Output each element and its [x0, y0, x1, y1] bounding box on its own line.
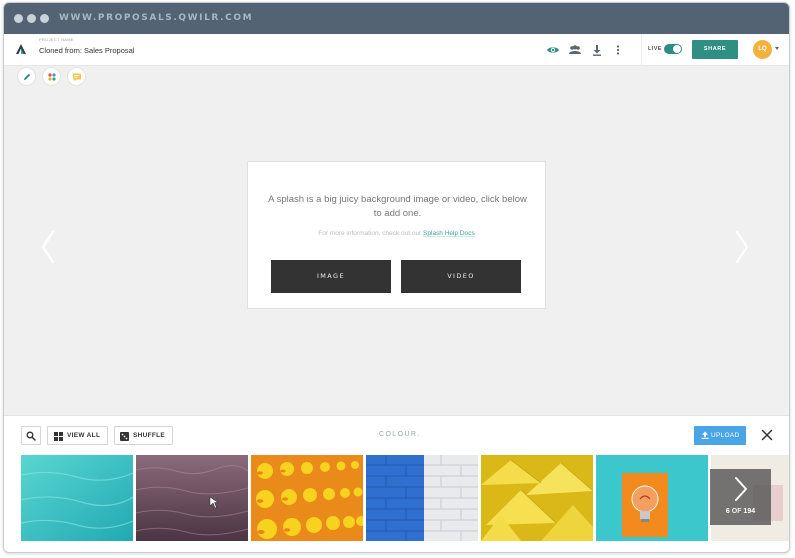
lightbulb-image: [596, 455, 708, 541]
editor-toolbar: PROJECT NAME Cloned from: Sales Proposal…: [4, 34, 789, 66]
browser-window: WWW.PROPOSALS.QWILR.COM PROJECT NAME Clo…: [3, 2, 790, 553]
dark-sea-image: [136, 455, 248, 541]
window-close-dot[interactable]: [14, 14, 23, 23]
avatar-caret-icon[interactable]: [775, 47, 779, 50]
comments-button[interactable]: [67, 67, 86, 86]
rubber-ducks-image: [251, 455, 363, 541]
brick-wall-image: [366, 455, 478, 541]
counter-current: 6: [725, 508, 730, 515]
splash-more-info: For more information, check out our Spla…: [248, 230, 545, 237]
palette-icon: [48, 73, 56, 81]
style-palette-button[interactable]: [42, 67, 61, 86]
shuffle-icon: [120, 432, 129, 441]
thumbnail-rubber-ducks[interactable]: [251, 455, 363, 541]
search-icon: [26, 431, 36, 441]
close-icon[interactable]: [761, 429, 773, 441]
grid-icon: [54, 432, 63, 441]
counter-total: 194: [743, 508, 756, 515]
live-label: LIVE: [648, 46, 662, 52]
browser-url: WWW.PROPOSALS.QWILR.COM: [59, 13, 254, 23]
next-arrow-icon[interactable]: [732, 229, 752, 265]
video-button[interactable]: VIDEO: [401, 260, 521, 293]
thumbnail-dark-sea[interactable]: [136, 455, 248, 541]
avatar[interactable]: LQ: [753, 40, 772, 59]
more-options-icon[interactable]: [611, 43, 625, 57]
upload-label: UPLOAD: [711, 432, 740, 439]
comment-icon: [73, 73, 81, 82]
view-all-button[interactable]: VIEW ALL: [47, 426, 108, 445]
browser-titlebar: WWW.PROPOSALS.QWILR.COM: [4, 3, 789, 34]
image-button[interactable]: IMAGE: [271, 260, 391, 293]
thumbnails-next-button[interactable]: 6 OF 194: [710, 469, 771, 525]
project-name-label: PROJECT NAME: [39, 37, 74, 42]
window-maximize-dot[interactable]: [40, 14, 49, 23]
chevron-right-icon: [735, 477, 747, 501]
aqua-water-image: [21, 455, 133, 541]
preview-eye-icon[interactable]: [546, 43, 560, 57]
thumbnail-yellow-umbrellas[interactable]: [481, 455, 593, 541]
thumbnail-lightbulb[interactable]: [596, 455, 708, 541]
shuffle-label: SHUFFLE: [133, 432, 166, 439]
splash-description: A splash is a big juicy background image…: [268, 194, 527, 219]
search-button[interactable]: [21, 426, 41, 445]
image-library-panel: VIEW ALL SHUFFLE COLOUR. UPLOAD 6 OF 194: [4, 415, 789, 552]
project-name[interactable]: Cloned from: Sales Proposal: [39, 46, 134, 55]
upload-icon: [701, 431, 709, 439]
edit-pencil-button[interactable]: [17, 67, 36, 86]
download-icon[interactable]: [590, 43, 604, 57]
category-label: COLOUR.: [379, 431, 421, 438]
qwilr-logo-icon[interactable]: [15, 43, 27, 55]
shuffle-button[interactable]: SHUFFLE: [114, 426, 173, 445]
share-button[interactable]: SHARE: [692, 40, 738, 59]
thumbnail-brick-wall[interactable]: [366, 455, 478, 541]
pencil-icon: [24, 73, 31, 80]
collaborators-icon[interactable]: [568, 43, 582, 57]
splash-placeholder-card: A splash is a big juicy background image…: [247, 161, 546, 309]
toolbar-divider: [641, 34, 642, 66]
more-info-text: For more information, check out our: [318, 230, 422, 237]
window-minimize-dot[interactable]: [27, 14, 36, 23]
live-toggle[interactable]: [664, 44, 682, 54]
splash-help-docs-link[interactable]: Splash Help Docs: [423, 230, 475, 237]
thumbnail-aqua-water[interactable]: [21, 455, 133, 541]
view-all-label: VIEW ALL: [67, 432, 101, 439]
upload-button[interactable]: UPLOAD: [694, 426, 746, 445]
previous-arrow-icon[interactable]: [38, 229, 58, 265]
yellow-umbrellas-image: [481, 455, 593, 541]
counter-of: OF: [731, 508, 742, 515]
thumbnail-counter: 6 OF 194: [710, 508, 771, 515]
